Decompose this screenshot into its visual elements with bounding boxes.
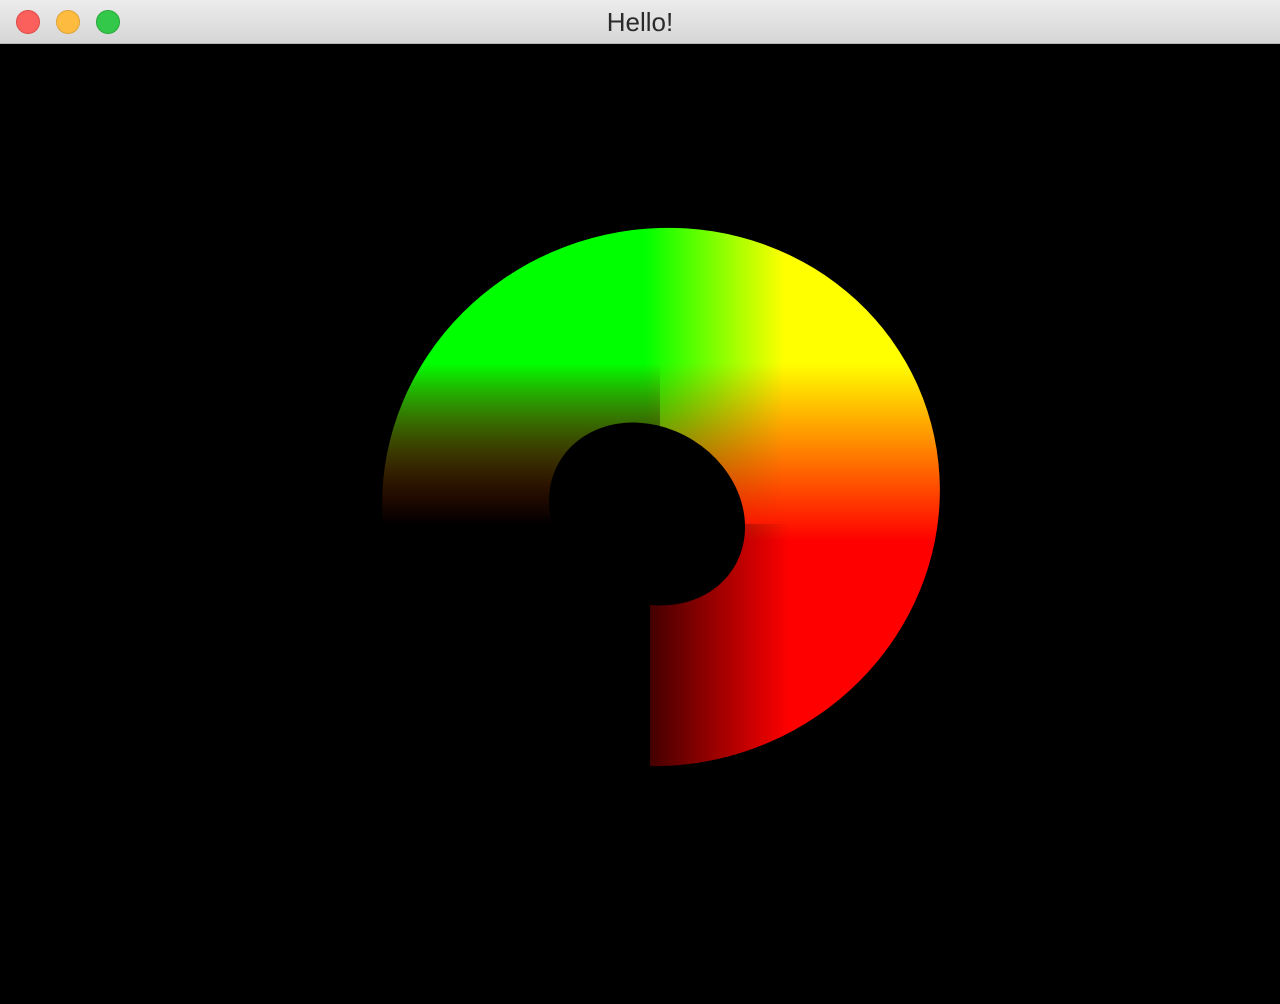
app-window: Hello! bbox=[0, 0, 1280, 1004]
torus-render bbox=[300, 194, 1000, 874]
title-bar[interactable]: Hello! bbox=[0, 0, 1280, 44]
render-canvas[interactable] bbox=[0, 44, 1280, 1004]
window-title: Hello! bbox=[606, 7, 674, 37]
torus-shape bbox=[300, 194, 1000, 874]
